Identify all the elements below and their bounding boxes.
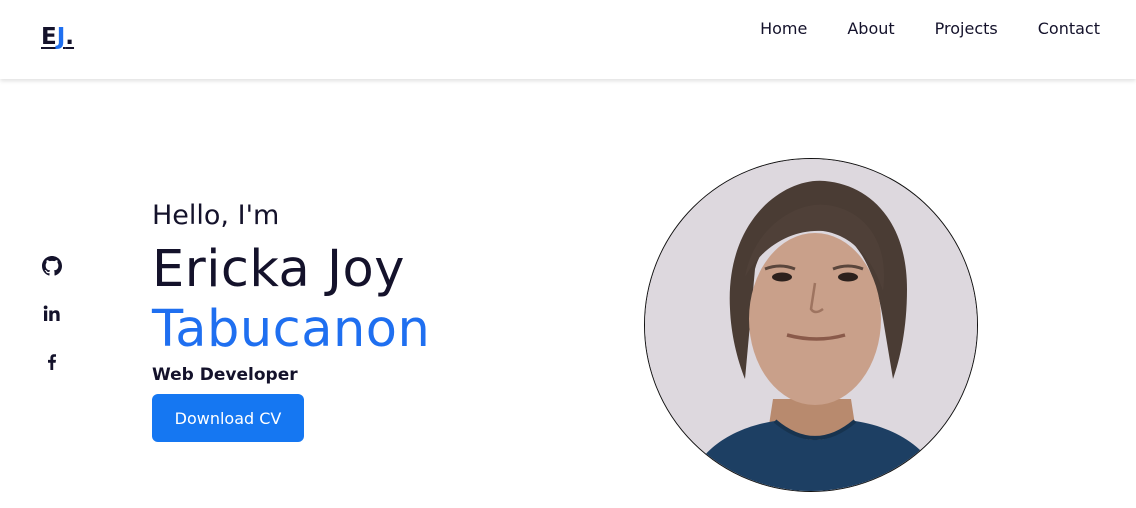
social-links [42,256,62,372]
linkedin-icon[interactable] [42,304,62,324]
logo-initial-accent: J [56,24,66,50]
hero-name-first: Ericka Joy [152,240,405,299]
site-logo[interactable]: EJ. [41,24,74,50]
hero-name-last: Tabucanon [152,300,431,359]
download-cv-button[interactable]: Download CV [152,394,304,442]
profile-photo [644,158,978,492]
logo-dot: . [65,24,75,50]
github-icon[interactable] [42,256,62,276]
nav-about[interactable]: About [847,19,894,39]
hero-section: Hello, I'm Ericka Joy Tabucanon Web Deve… [152,198,430,442]
main-nav: Home About Projects Contact [760,19,1100,39]
facebook-icon[interactable] [42,352,62,372]
site-header: EJ. Home About Projects Contact [0,0,1136,79]
nav-home[interactable]: Home [760,19,807,39]
hero-role: Web Developer [152,365,298,385]
profile-portrait-illustration [645,159,977,491]
nav-projects[interactable]: Projects [935,19,998,39]
hero-greeting: Hello, I'm [152,200,280,231]
logo-initial-first: E [41,24,57,50]
nav-contact[interactable]: Contact [1038,19,1100,39]
